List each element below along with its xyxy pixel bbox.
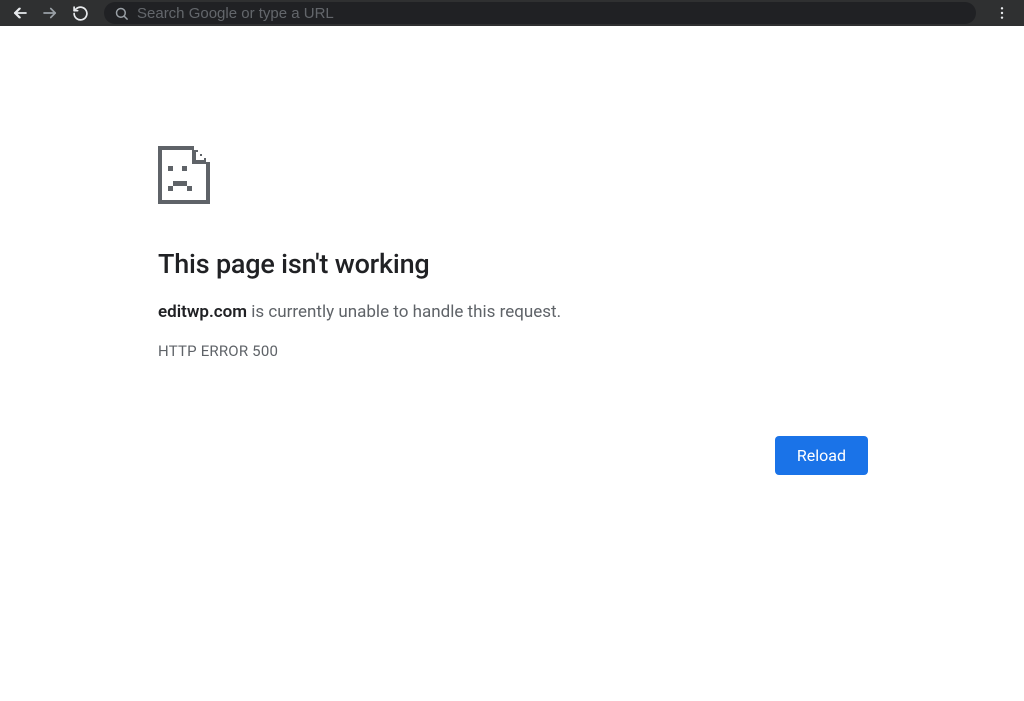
sad-page-icon xyxy=(158,146,868,208)
address-bar[interactable] xyxy=(104,2,976,24)
error-message-text: is currently unable to handle this reque… xyxy=(247,302,561,322)
reload-button[interactable]: Reload xyxy=(775,436,868,475)
reload-icon-button[interactable] xyxy=(68,1,92,25)
search-icon xyxy=(114,6,129,21)
error-message: editwp.com is currently unable to handle… xyxy=(158,302,868,322)
back-button[interactable] xyxy=(8,1,32,25)
address-input[interactable] xyxy=(137,5,966,22)
browser-menu-button[interactable] xyxy=(988,5,1016,21)
forward-button[interactable] xyxy=(38,1,62,25)
error-code: HTTP ERROR 500 xyxy=(158,342,868,360)
browser-toolbar xyxy=(0,0,1024,26)
error-domain: editwp.com xyxy=(158,302,247,322)
error-container: This page isn't working editwp.com is cu… xyxy=(158,146,868,360)
error-title: This page isn't working xyxy=(158,248,868,280)
error-page: This page isn't working editwp.com is cu… xyxy=(0,26,1024,360)
